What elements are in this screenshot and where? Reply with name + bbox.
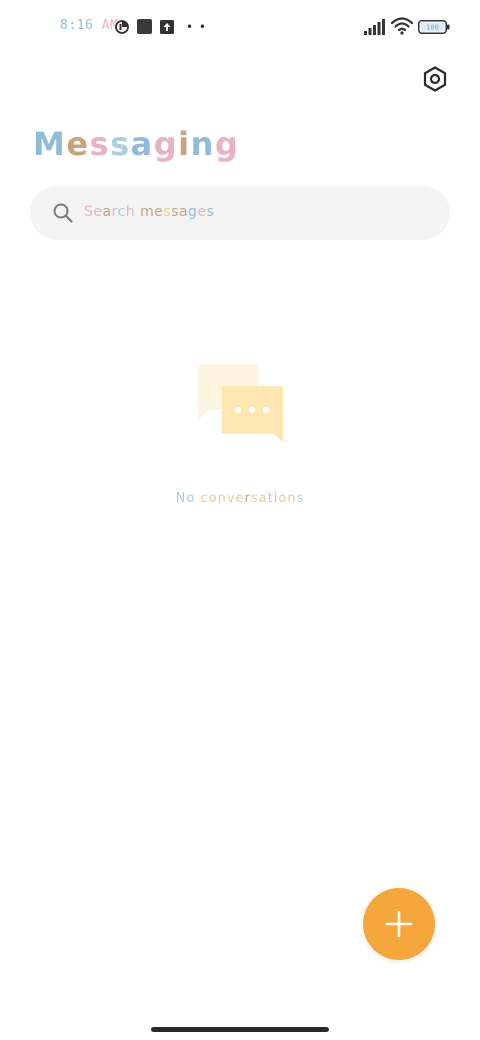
battery-icon: 100 (418, 20, 450, 34)
title-letter: s (89, 125, 111, 163)
empty-state-message: No conversations (0, 491, 480, 506)
empty-letter: s (250, 491, 259, 506)
status-time: 8:16 AM (60, 18, 118, 33)
empty-letter: v (226, 491, 236, 506)
signal-icon (364, 19, 385, 35)
more-dots-icon: • • (186, 20, 207, 34)
upload-icon (160, 20, 174, 34)
empty-letter: a (258, 491, 268, 506)
status-time-hour: 8:16 (60, 18, 94, 33)
title-letter: e (66, 125, 90, 163)
title-letter: s (110, 125, 131, 163)
square-icon (137, 19, 152, 34)
plus-icon (385, 910, 413, 938)
pie-icon (115, 20, 129, 34)
title-letter: g (214, 125, 240, 163)
empty-letter: s (296, 491, 305, 506)
empty-letter: n (287, 491, 297, 506)
search-input[interactable] (84, 200, 424, 226)
empty-letter: N (175, 491, 187, 506)
title-letter: g (153, 125, 179, 163)
status-bar: 8:16 AM • • 100 (0, 0, 480, 56)
title-letter: a (130, 125, 154, 163)
battery-level: 100 (426, 24, 439, 32)
empty-letter: e (235, 491, 245, 506)
settings-button[interactable] (421, 65, 449, 93)
chat-bubbles-icon (198, 364, 283, 442)
wifi-icon (391, 17, 413, 35)
title-letter: i (178, 125, 191, 163)
search-icon (53, 203, 73, 223)
empty-letter: o (278, 491, 288, 506)
empty-letter: c (200, 491, 209, 506)
empty-letter: o (208, 491, 218, 506)
title-letter: n (190, 125, 215, 163)
empty-letter: o (186, 491, 196, 506)
search-bar[interactable]: Search messages (30, 186, 450, 240)
home-indicator[interactable] (151, 1027, 329, 1032)
empty-letter: n (217, 491, 227, 506)
page-title: Messaging (33, 125, 239, 163)
new-conversation-button[interactable] (363, 888, 435, 960)
title-letter: M (33, 125, 67, 163)
settings-icon (423, 66, 447, 92)
